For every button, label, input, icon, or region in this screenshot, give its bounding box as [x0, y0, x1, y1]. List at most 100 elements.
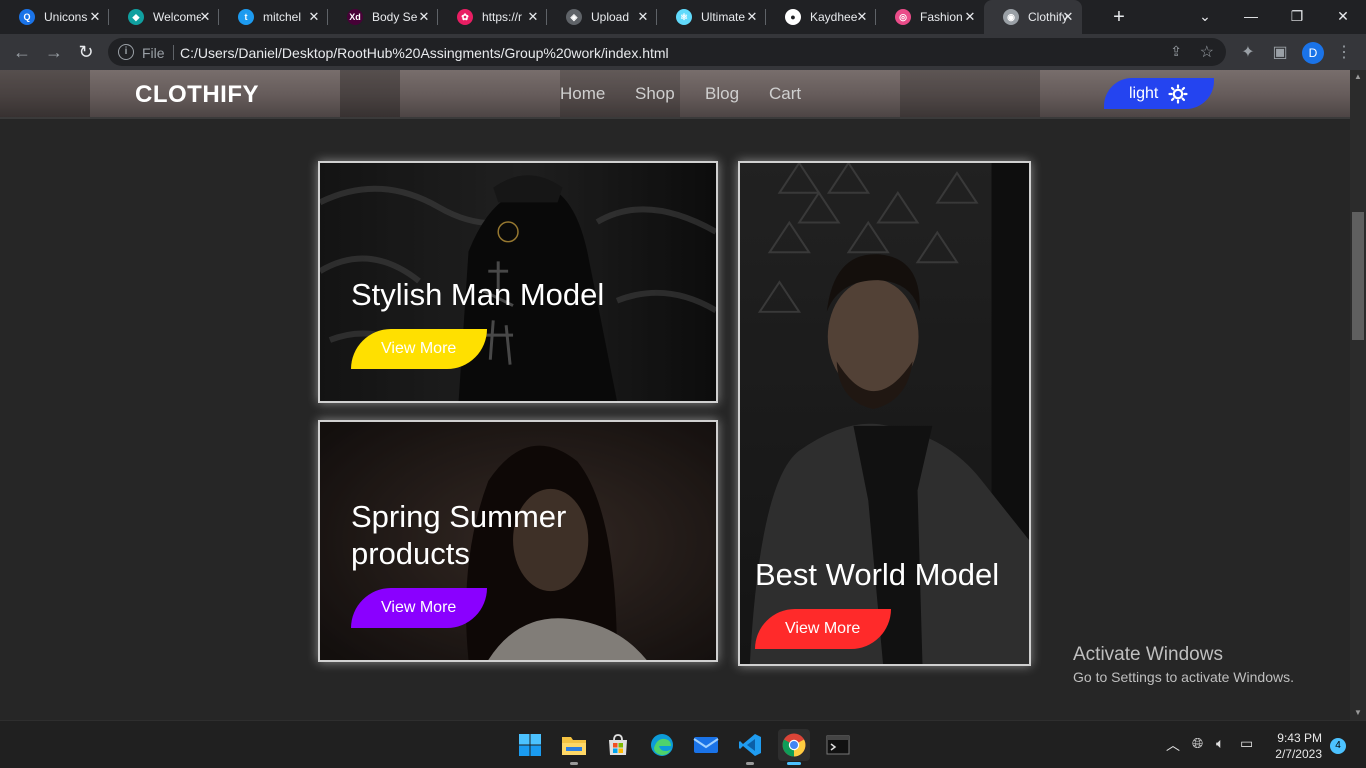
- close-tab-icon[interactable]: ✕: [962, 9, 978, 25]
- close-tab-icon[interactable]: ✕: [854, 9, 870, 25]
- nav-shop[interactable]: Shop: [635, 84, 675, 104]
- close-tab-icon[interactable]: ✕: [744, 9, 760, 25]
- browser-tab[interactable]: ✿ https://r ✕: [438, 0, 547, 34]
- nav-cart[interactable]: Cart: [769, 84, 801, 104]
- close-tab-icon[interactable]: ✕: [635, 9, 651, 25]
- view-more-button[interactable]: View More: [351, 588, 487, 628]
- close-tab-icon[interactable]: ✕: [1060, 9, 1076, 25]
- reload-button[interactable]: ↻: [74, 40, 98, 64]
- file-explorer-icon[interactable]: [558, 729, 590, 765]
- bookmark-star-icon[interactable]: ☆: [1200, 42, 1214, 62]
- close-tab-icon[interactable]: ✕: [416, 9, 432, 25]
- browser-tab-strip: Q Unicons ✕ ◆ Welcome ✕ t mitchel ✕ Xd Body Se ✕ ✿ ht…: [0, 0, 1366, 34]
- activate-windows-subtitle: Go to Settings to activate Windows.: [1073, 669, 1294, 685]
- scrollbar-thumb[interactable]: [1352, 212, 1364, 340]
- tab-title: Kaydhee: [810, 10, 858, 24]
- header-bg-shade: [0, 70, 90, 117]
- globe-icon: ◉: [1003, 9, 1019, 25]
- nav-blog[interactable]: Blog: [705, 84, 739, 104]
- edge-icon[interactable]: [646, 729, 678, 761]
- terminal-icon[interactable]: [822, 729, 854, 761]
- close-tab-icon[interactable]: ✕: [525, 9, 541, 25]
- close-tab-icon[interactable]: ✕: [197, 9, 213, 25]
- close-tab-icon[interactable]: ✕: [87, 9, 103, 25]
- dribbble-icon: ◎: [895, 9, 911, 25]
- card-title: Stylish Man Model: [351, 277, 605, 312]
- adobe-xd-icon: Xd: [347, 9, 363, 25]
- product-card-spring-summer[interactable]: Spring Summer products View More: [318, 420, 718, 662]
- running-indicator: [570, 762, 578, 765]
- forward-button[interactable]: →: [42, 40, 66, 64]
- browser-tab[interactable]: ● Kaydhee ✕: [766, 0, 876, 34]
- browser-tab[interactable]: Xd Body Se ✕: [328, 0, 438, 34]
- search-icon: Q: [19, 9, 35, 25]
- running-indicator: [746, 762, 754, 765]
- scroll-up-arrow[interactable]: ▲: [1350, 70, 1366, 84]
- store-icon[interactable]: [602, 729, 634, 761]
- page-viewport: CLOTHIFY Home Shop Blog Cart light Styli…: [0, 70, 1350, 720]
- clock-time: 9:43 PM: [1277, 731, 1322, 745]
- tab-title: Fashion: [920, 10, 963, 24]
- diamond-icon: ◆: [128, 9, 144, 25]
- browser-tab[interactable]: ◉ Clothify ✕: [984, 0, 1082, 34]
- chrome-menu-icon[interactable]: ⋮: [1334, 43, 1354, 63]
- browser-tab[interactable]: t mitchel ✕: [219, 0, 328, 34]
- sun-icon: [1168, 83, 1188, 104]
- tab-title: Welcome: [153, 10, 201, 24]
- mail-icon[interactable]: [690, 729, 722, 761]
- product-card-stylish-man[interactable]: Stylish Man Model View More: [318, 161, 718, 403]
- url-text[interactable]: C:/Users/Daniel/Desktop/RootHub%20Assing…: [180, 45, 669, 61]
- system-clock[interactable]: 9:43 PM 2/7/2023: [1270, 730, 1322, 762]
- twitter-icon: t: [238, 9, 254, 25]
- view-more-button[interactable]: View More: [755, 609, 891, 649]
- chrome-icon[interactable]: [778, 729, 810, 765]
- browser-tab[interactable]: Q Unicons ✕: [0, 0, 109, 34]
- side-panel-icon[interactable]: ▣: [1270, 43, 1290, 63]
- card-title: Spring Summer products: [351, 498, 566, 572]
- site-logo[interactable]: CLOTHIFY: [135, 81, 259, 109]
- browser-tab[interactable]: ◈ Upload ✕: [547, 0, 657, 34]
- scroll-down-arrow[interactable]: ▼: [1350, 706, 1366, 720]
- close-tab-icon[interactable]: ✕: [306, 9, 322, 25]
- tab-search-button[interactable]: ⌄: [1182, 0, 1228, 32]
- browser-tab[interactable]: ◎ Fashion ✕: [876, 0, 984, 34]
- profile-avatar[interactable]: D: [1302, 42, 1324, 64]
- page-scrollbar[interactable]: ▲ ▼: [1350, 70, 1366, 720]
- back-button[interactable]: ←: [10, 40, 34, 64]
- card-title-line-2: products: [351, 536, 470, 571]
- scheme-label: File: [142, 45, 165, 61]
- show-hidden-icons-chevron-icon[interactable]: ︿: [1166, 735, 1180, 755]
- omnibox-divider: [173, 45, 174, 60]
- site-info-icon[interactable]: i: [118, 44, 134, 60]
- volume-icon[interactable]: 🔈︎: [1216, 735, 1224, 752]
- close-window-button[interactable]: ✕: [1320, 0, 1366, 32]
- dribbble-like-icon: ✿: [457, 9, 473, 25]
- react-icon: ⚛: [676, 9, 692, 25]
- extensions-icon[interactable]: ✦: [1238, 43, 1258, 63]
- clock-date: 2/7/2023: [1275, 747, 1322, 761]
- start-icon[interactable]: [514, 729, 546, 761]
- tab-title: Body Se: [372, 10, 418, 24]
- activate-windows-title: Activate Windows: [1073, 644, 1223, 665]
- browser-tab[interactable]: ◆ Welcome ✕: [109, 0, 219, 34]
- address-bar[interactable]: i File C:/Users/Daniel/Desktop/RootHub%2…: [108, 38, 1226, 66]
- theme-toggle-label: light: [1129, 84, 1159, 102]
- nav-home[interactable]: Home: [560, 84, 605, 104]
- product-card-best-world[interactable]: Best World Model View More: [738, 161, 1031, 666]
- minimize-button[interactable]: —: [1228, 0, 1274, 32]
- layers-icon: ◈: [566, 9, 582, 25]
- language-globe-icon[interactable]: 🌐︎: [1192, 735, 1203, 752]
- windows-taskbar: ︿ 🌐︎ 🔈︎ ▭ 9:43 PM 2/7/2023 4: [0, 720, 1366, 768]
- browser-tab[interactable]: ⚛ Ultimate ✕: [657, 0, 766, 34]
- view-more-button[interactable]: View More: [351, 329, 487, 369]
- battery-icon[interactable]: ▭: [1240, 735, 1253, 752]
- vscode-icon[interactable]: [734, 729, 766, 765]
- share-icon[interactable]: ⇪: [1170, 43, 1182, 60]
- theme-toggle-button[interactable]: light: [1104, 78, 1214, 109]
- header-bg-shade: [340, 70, 400, 117]
- restore-button[interactable]: ❐: [1274, 0, 1320, 32]
- notification-badge[interactable]: 4: [1330, 738, 1346, 754]
- tab-title: Upload: [591, 10, 630, 24]
- new-tab-button[interactable]: +: [1108, 6, 1130, 28]
- github-icon: ●: [785, 9, 801, 25]
